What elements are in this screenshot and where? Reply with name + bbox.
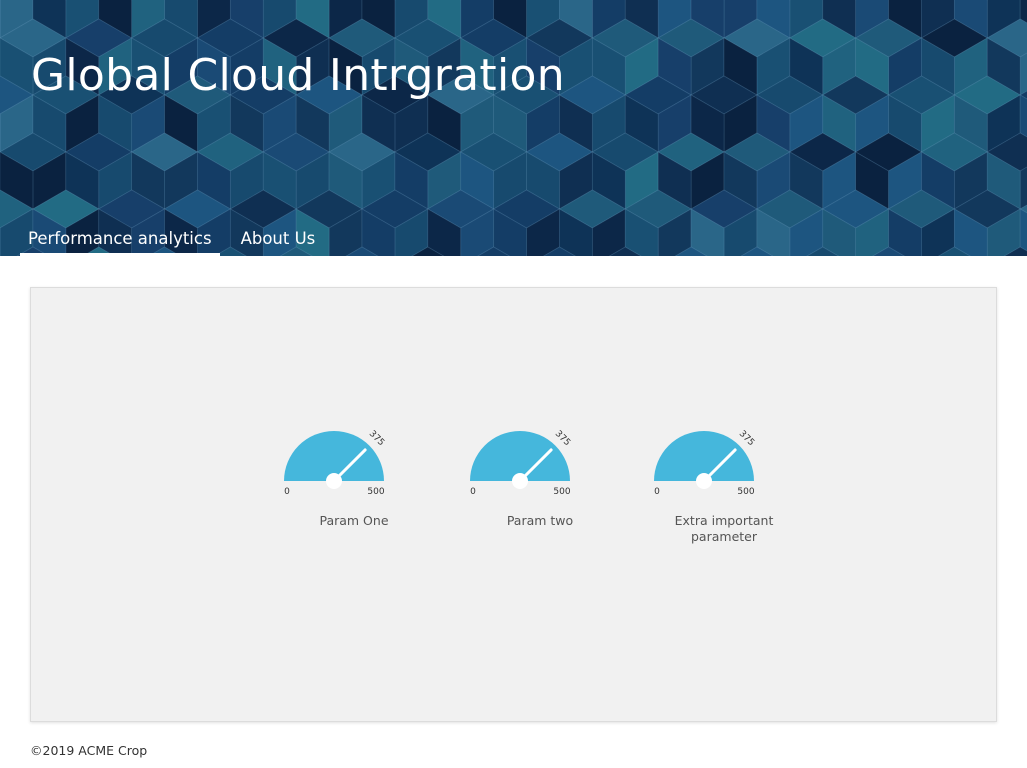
gauge-value-label: 375: [553, 429, 572, 448]
gauge-value-label: 375: [737, 429, 756, 448]
gauge-hub: [696, 473, 712, 489]
gauge-label: Extra important parameter: [674, 513, 774, 544]
hexagon-pattern-background: [0, 0, 1027, 256]
main-nav: Performance analytics About Us: [20, 224, 336, 256]
gauge-min-label: 0: [470, 487, 476, 497]
tab-about-us[interactable]: About Us: [233, 224, 324, 256]
gauge-extra-important-parameter: 0 500 375 Extra important parameter: [654, 421, 794, 545]
gauge-dial: 0 500 375: [284, 429, 386, 497]
gauge-label: Param two: [506, 513, 574, 528]
gauge-dial: 0 500 375: [654, 429, 756, 497]
gauge-label: Param One: [319, 513, 389, 528]
gauge-min-label: 0: [654, 487, 660, 497]
gauge-dial: 0 500 375: [470, 429, 572, 497]
header-banner: Global Cloud Intrgration Performance ana…: [0, 0, 1027, 256]
gauge-param-one: 0 500 375 Param One: [284, 421, 424, 529]
gauge-hub: [326, 473, 342, 489]
gauge-value-label: 375: [367, 429, 386, 448]
app-title: Global Cloud Intrgration: [31, 50, 565, 101]
gauge-max-label: 500: [737, 487, 754, 497]
gauge-min-label: 0: [284, 487, 290, 497]
gauge-param-two: 0 500 375 Param two: [470, 421, 610, 529]
gauges-panel: 0 500 375 Param One 0 500 375 Param two …: [30, 287, 997, 722]
gauge-max-label: 500: [367, 487, 384, 497]
gauge-hub: [512, 473, 528, 489]
tab-performance-analytics[interactable]: Performance analytics: [20, 224, 220, 256]
gauge-max-label: 500: [553, 487, 570, 497]
footer-copyright: ©2019 ACME Crop: [30, 743, 148, 758]
